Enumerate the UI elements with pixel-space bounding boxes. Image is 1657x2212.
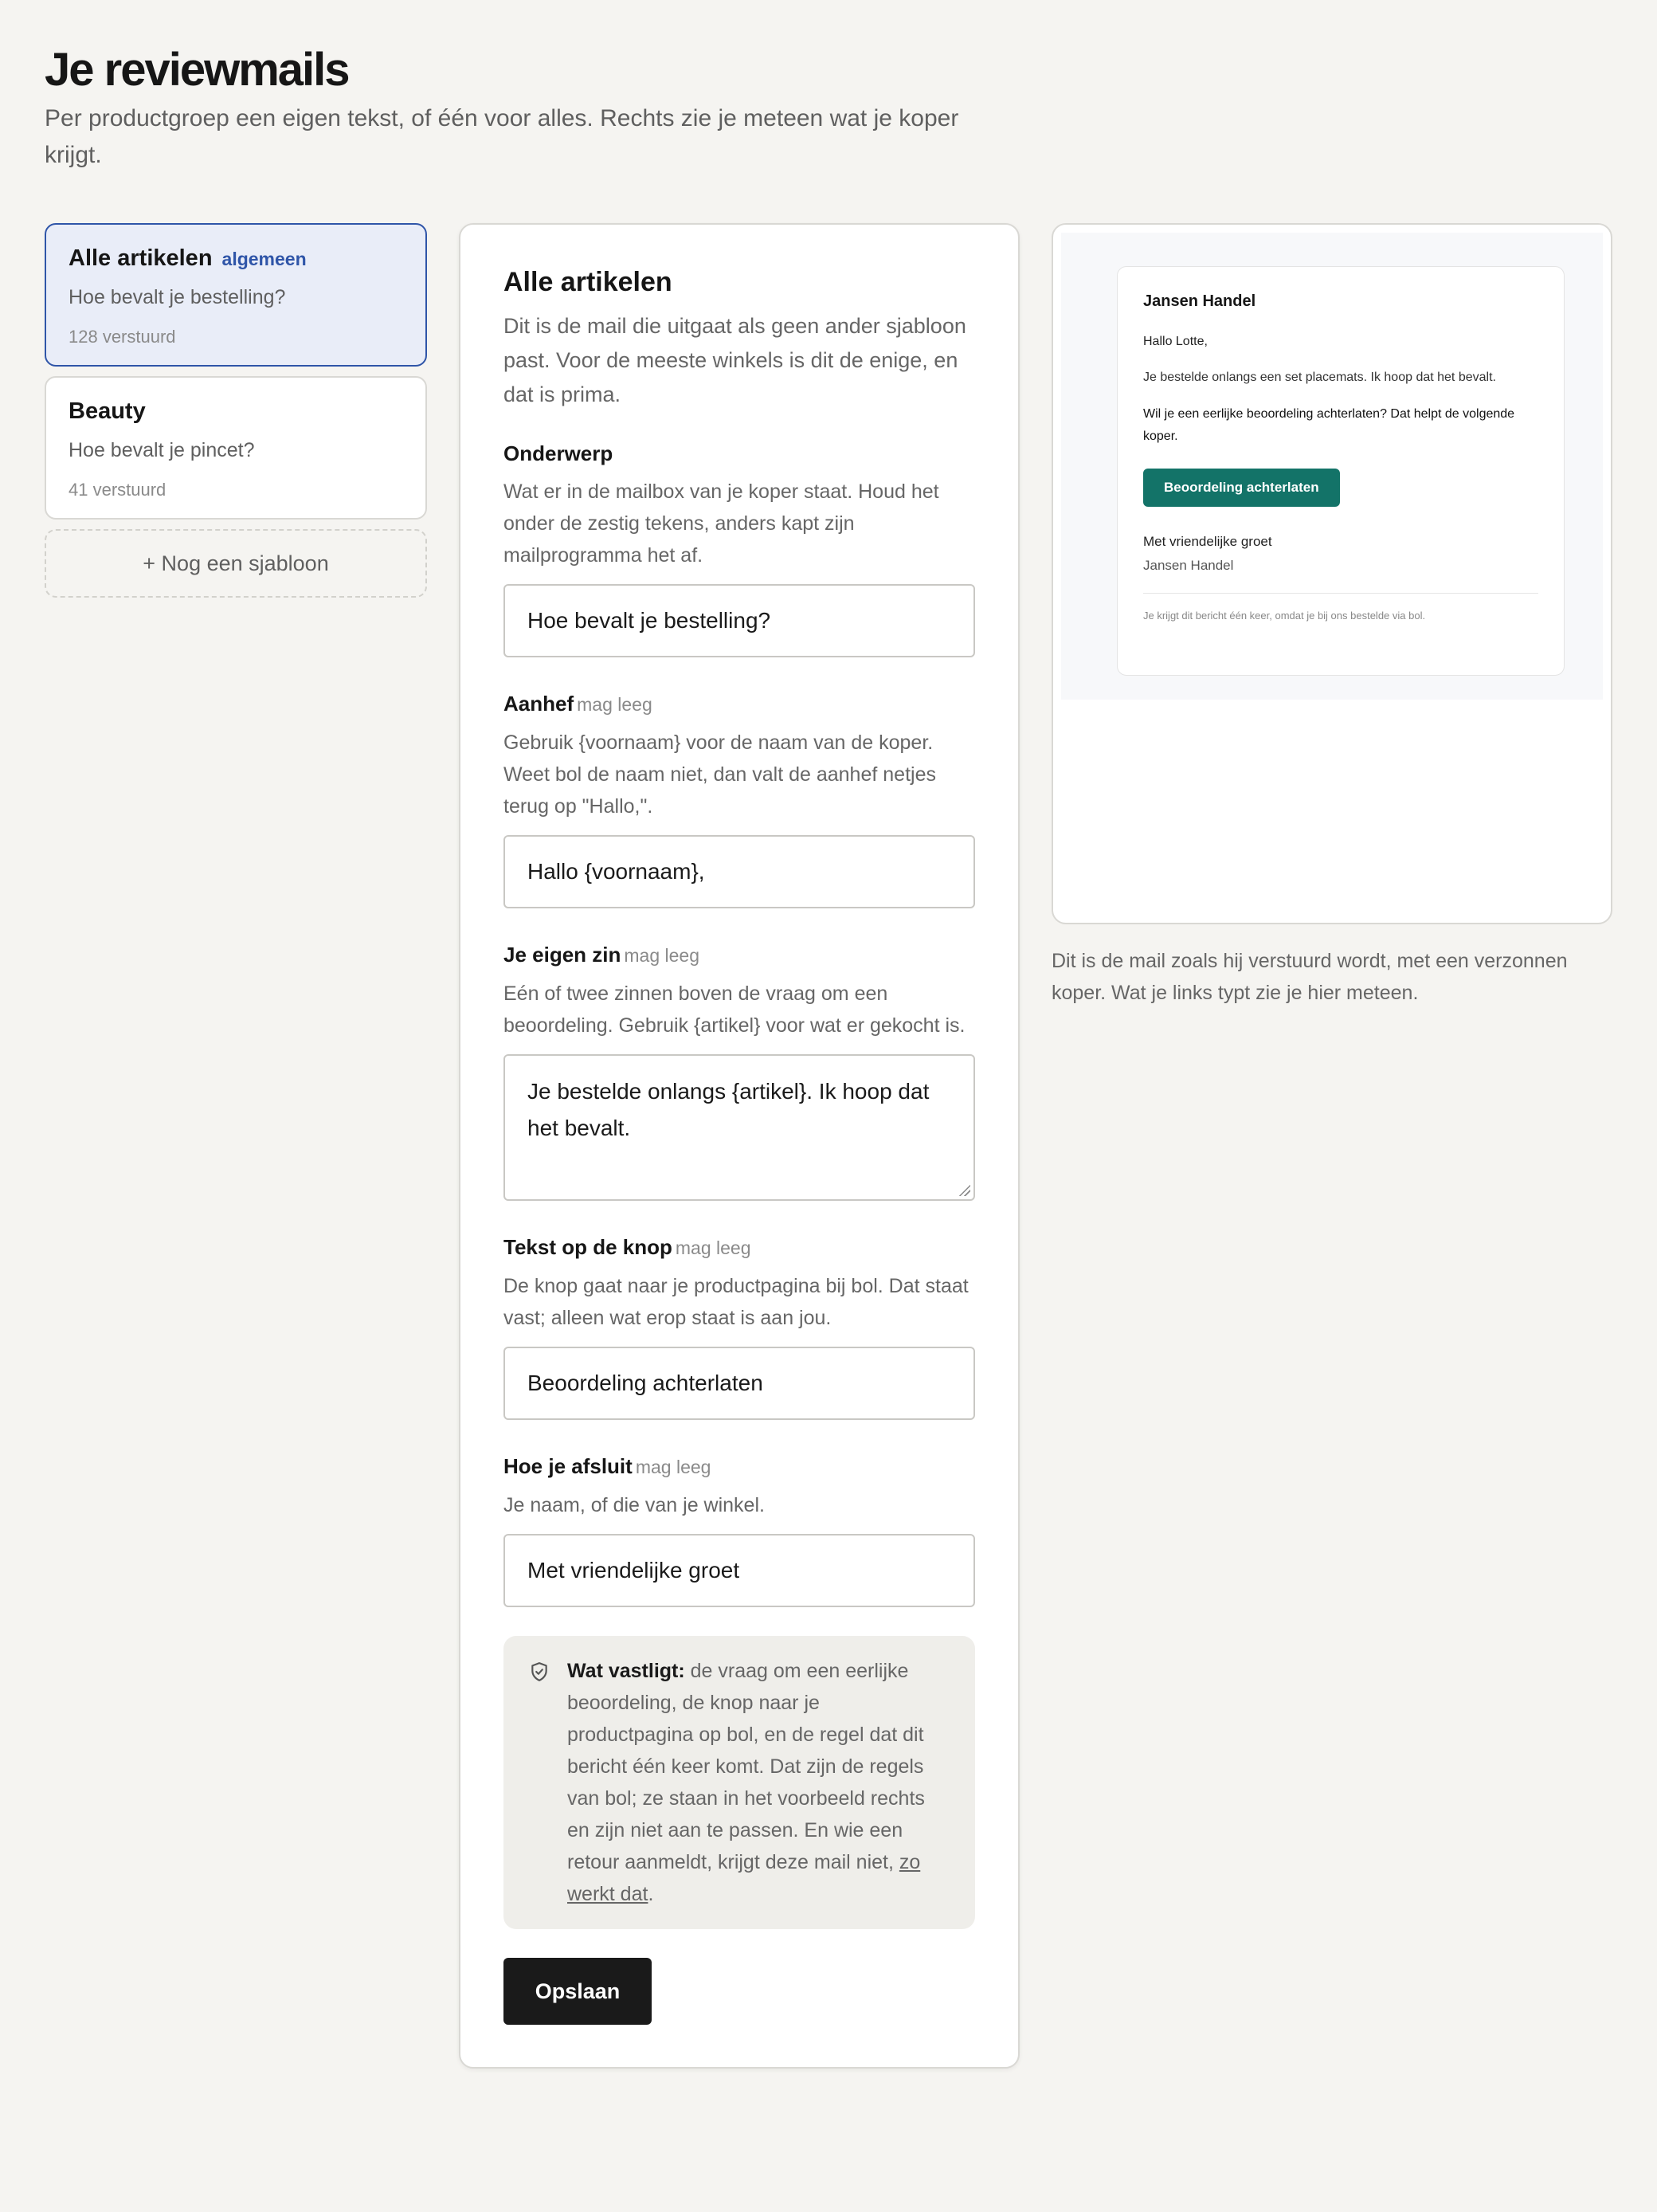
email-card: Jansen Handel Hallo Lotte, Je bestelde o… — [1117, 266, 1565, 676]
optional-hint: mag leeg — [675, 1237, 751, 1258]
fixed-rules-heading: Wat vastligt: — [567, 1660, 685, 1682]
button-text-help: De knop gaat naar je productpagina bij b… — [503, 1275, 969, 1329]
own-sentence-help: Eén of twee zinnen boven de vraag om een… — [503, 982, 966, 1037]
email-preview: Jansen Handel Hallo Lotte, Je bestelde o… — [1052, 223, 1612, 924]
button-text-label-text: Tekst op de knop — [503, 1235, 672, 1259]
optional-hint: mag leeg — [635, 1457, 711, 1477]
subject-input[interactable]: Hoe bevalt je bestelling? — [503, 584, 975, 657]
template-name: Alle artikelen — [69, 245, 213, 271]
greeting-label-text: Aanhef — [503, 692, 574, 716]
template-subject: Hoe bevalt je bestelling? — [69, 286, 286, 308]
greeting-help: Gebruik {voornaam} voor de naam van de k… — [503, 731, 936, 818]
email-closing: Met vriendelijke groet — [1143, 534, 1272, 549]
email-footer: Je krijgt dit bericht één keer, omdat je… — [1143, 610, 1426, 622]
template-editor: Alle artikelen Dit is de mail die uitgaa… — [459, 223, 1020, 2069]
resize-handle[interactable] — [958, 1183, 970, 1196]
email-divider — [1143, 593, 1538, 594]
add-template-button[interactable]: + Nog een sjabloon — [45, 529, 427, 598]
button-text-input[interactable]: Beoordeling achterlaten — [503, 1347, 975, 1420]
email-shop-name: Jansen Handel — [1143, 292, 1256, 310]
template-tag-badge: algemeen — [221, 249, 307, 269]
closing-label: Hoe je afsluit mag leeg — [503, 1452, 975, 1481]
optional-hint: mag leeg — [624, 945, 700, 966]
email-own-sentence: Je bestelde onlangs een set placemats. I… — [1143, 371, 1496, 384]
email-greeting: Hallo Lotte, — [1143, 335, 1208, 348]
closing-field-group: Hoe je afsluit mag leeg Je naam, of die v… — [503, 1452, 975, 1607]
page-title: Je reviewmails — [45, 44, 351, 96]
email-review-question: Wil je een eerlijke beoordeling achterla… — [1143, 407, 1515, 443]
fixed-rules-end: . — [648, 1883, 654, 1905]
preview-background: Jansen Handel Hallo Lotte, Je bestelde o… — [1061, 233, 1603, 700]
preview-note: Dit is de mail zoals hij verstuurd wordt… — [1052, 950, 1568, 1004]
template-card-alle-artikelen[interactable]: Alle artikelen algemeen Hoe bevalt je bes… — [45, 223, 427, 367]
fixed-rules-text: de vraag om een eerlijke beoordeling, de… — [567, 1660, 925, 1873]
button-text-field-group: Tekst op de knop mag leeg De knop gaat na… — [503, 1233, 975, 1420]
editor-description: Dit is de mail die uitgaat als geen ande… — [503, 314, 966, 406]
optional-hint: mag leeg — [577, 694, 652, 715]
own-sentence-label-text: Je eigen zin — [503, 943, 621, 967]
greeting-input[interactable]: Hallo {voornaam}, — [503, 835, 975, 908]
template-name: Beauty — [69, 398, 146, 424]
email-review-button: Beoordeling achterlaten — [1143, 469, 1340, 507]
subject-label: Onderwerp — [503, 441, 613, 465]
save-button[interactable]: Opslaan — [503, 1958, 652, 2025]
closing-input[interactable]: Met vriendelijke groet — [503, 1534, 975, 1607]
template-sent-count: 41 verstuurd — [69, 480, 166, 500]
editor-title: Alle artikelen — [503, 267, 672, 297]
page-subtitle: Per productgroep een eigen tekst, of één… — [45, 105, 959, 168]
own-sentence-label: Je eigen zin mag leeg — [503, 940, 975, 970]
greeting-field-group: Aanhef mag leeg Gebruik {voornaam} voor d… — [503, 689, 975, 908]
subject-field-group: Onderwerp Wat er in de mailbox van je ko… — [503, 439, 975, 657]
closing-help: Je naam, of die van je winkel. — [503, 1494, 765, 1516]
template-card-beauty[interactable]: Beauty Hoe bevalt je pincet? 41 verstuur… — [45, 376, 427, 520]
template-list: Alle artikelen algemeen Hoe bevalt je bes… — [45, 223, 427, 598]
closing-label-text: Hoe je afsluit — [503, 1454, 633, 1478]
email-sender: Jansen Handel — [1143, 558, 1234, 573]
template-sent-count: 128 verstuurd — [69, 327, 176, 347]
shield-check-icon — [531, 1662, 547, 1681]
subject-help: Wat er in de mailbox van je koper staat.… — [503, 480, 939, 567]
own-sentence-textarea[interactable]: Je bestelde onlangs {artikel}. Ik hoop d… — [503, 1054, 975, 1201]
own-sentence-field-group: Je eigen zin mag leeg Eén of twee zinnen … — [503, 940, 975, 1201]
button-text-label: Tekst op de knop mag leeg — [503, 1233, 975, 1262]
own-sentence-value: Je bestelde onlangs {artikel}. Ik hoop d… — [527, 1079, 930, 1140]
template-subject: Hoe bevalt je pincet? — [69, 439, 255, 461]
fixed-rules-notice: Wat vastligt: de vraag om een eerlijke b… — [503, 1636, 975, 1929]
greeting-label: Aanhef mag leeg — [503, 689, 975, 719]
